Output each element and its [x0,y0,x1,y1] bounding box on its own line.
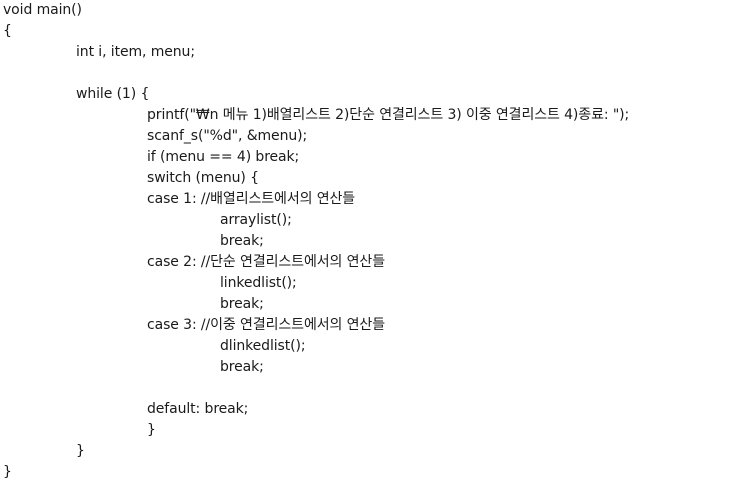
code-line-text: if (menu == 4) break; [147,149,300,165]
code-line-break: break; [220,231,264,252]
code-line-text: dlinkedlist(); [220,338,306,354]
code-line-text: switch (menu) { [147,170,259,186]
code-line-text: while (1) { [76,86,150,102]
code-line-text: printf("₩n 메뉴 1)배열리스트 2)단순 연결리스트 3) 이중 연… [147,107,630,123]
code-line-open-brace: { [3,21,12,42]
code-line-text: int i, item, menu; [76,44,195,60]
code-line-text: arraylist(); [220,212,292,228]
code-line-case-3: case 3: //이중 연결리스트에서의 연산들 [147,315,385,336]
code-line-linkedlist-call: linkedlist(); [220,273,297,294]
code-line-switch: switch (menu) { [147,168,259,189]
code-line-text: break; [220,233,264,249]
code-line-dlinkedlist-call: dlinkedlist(); [220,336,306,357]
code-line-scanf: scanf_s("%d", &menu); [147,126,307,147]
code-line-text: case 2: //단순 연결리스트에서의 연산들 [147,254,385,270]
code-line-text: } [147,422,156,438]
code-line-if-break: if (menu == 4) break; [147,147,299,168]
code-line-case-1: case 1: //배열리스트에서의 연산들 [147,189,355,210]
code-line-text: } [76,443,85,459]
code-line-case-2: case 2: //단순 연결리스트에서의 연산들 [147,252,385,273]
code-line-close-switch: } [147,420,156,441]
code-line-text: default: break; [147,401,249,417]
code-line-text: { [3,23,12,39]
code-view: void main() { int i, item, menu; while (… [0,0,742,491]
code-line-close-while: } [76,441,85,462]
code-line-declaration: int i, item, menu; [76,42,195,63]
code-line-printf: printf("₩n 메뉴 1)배열리스트 2)단순 연결리스트 3) 이중 연… [147,105,629,126]
code-line-text: scanf_s("%d", &menu); [147,128,308,144]
code-line-text: case 3: //이중 연결리스트에서의 연산들 [147,317,385,333]
code-line-text: case 1: //배열리스트에서의 연산들 [147,191,356,207]
code-line-default: default: break; [147,399,248,420]
code-line-break: break; [220,294,264,315]
code-line-close-main: } [3,462,12,483]
code-line-text: break; [220,359,264,375]
code-line-text: void main() [3,2,82,18]
code-line-text: } [3,464,12,480]
code-line-while: while (1) { [76,84,149,105]
code-line-text: linkedlist(); [220,275,297,291]
code-line-void-main: void main() [3,0,82,21]
code-line-arraylist-call: arraylist(); [220,210,292,231]
code-line-break: break; [220,357,264,378]
code-line-text: break; [220,296,264,312]
